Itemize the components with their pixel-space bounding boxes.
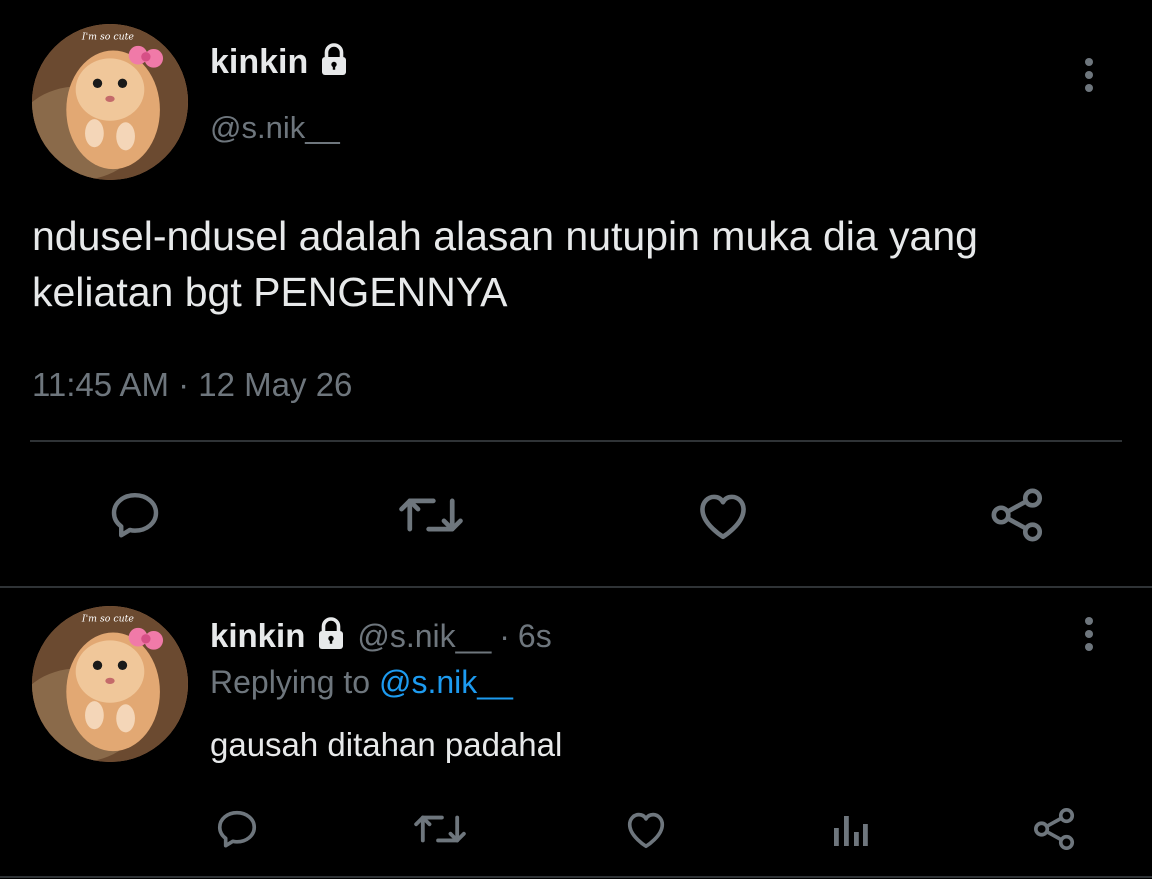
- main-avatar[interactable]: I'm so cute: [32, 24, 188, 180]
- avatar-caption: I'm so cute: [81, 32, 134, 43]
- avatar-caption: I'm so cute: [81, 614, 134, 625]
- replying-to-label: Replying to: [210, 664, 371, 700]
- main-timestamp[interactable]: 11:45 AM · 12 May 26: [32, 366, 352, 404]
- tweet-text-line-1: ndusel-ndusel adalah alasan nutupin muka…: [32, 213, 978, 259]
- main-handle[interactable]: @s.nik__: [210, 110, 340, 146]
- section-divider: [0, 586, 1152, 588]
- reply-icon[interactable]: [212, 806, 262, 852]
- main-author-row: kinkin: [210, 40, 352, 84]
- share-icon[interactable]: [988, 486, 1048, 544]
- lock-icon: [313, 616, 349, 657]
- reply-avatar[interactable]: I'm so cute: [32, 606, 188, 762]
- main-display-name[interactable]: kinkin: [210, 43, 308, 82]
- reply-handle[interactable]: @s.nik__: [357, 618, 491, 655]
- reply-separator: ·: [499, 617, 510, 654]
- retweet-icon[interactable]: [412, 806, 468, 852]
- reply-time-ago[interactable]: 6s: [518, 618, 552, 655]
- more-vertical-icon[interactable]: [1072, 614, 1106, 654]
- bottom-divider: [0, 876, 1152, 878]
- replying-to-row: Replying to @s.nik__: [210, 664, 513, 701]
- hamster-avatar-image: I'm so cute: [32, 606, 188, 762]
- reply-display-name[interactable]: kinkin: [210, 617, 305, 655]
- heart-icon[interactable]: [622, 806, 670, 852]
- divider: [30, 440, 1122, 442]
- hamster-avatar-image: I'm so cute: [32, 24, 188, 180]
- analytics-icon[interactable]: [828, 808, 872, 852]
- tweet-text-line-2: keliatan bgt PENGENNYA: [32, 269, 508, 315]
- share-icon[interactable]: [1030, 806, 1080, 852]
- reply-tweet-text: gausah ditahan padahal: [210, 726, 563, 763]
- retweet-icon[interactable]: [396, 488, 466, 542]
- reply-author-row: kinkin @s.nik__ · 6s: [210, 614, 552, 658]
- heart-icon[interactable]: [692, 486, 754, 544]
- lock-icon: [316, 42, 352, 83]
- reply-icon[interactable]: [104, 486, 166, 544]
- main-tweet-text: ndusel-ndusel adalah alasan nutupin muka…: [32, 208, 1147, 320]
- more-vertical-icon[interactable]: [1072, 55, 1106, 95]
- replying-to-handle-link[interactable]: @s.nik__: [379, 664, 513, 700]
